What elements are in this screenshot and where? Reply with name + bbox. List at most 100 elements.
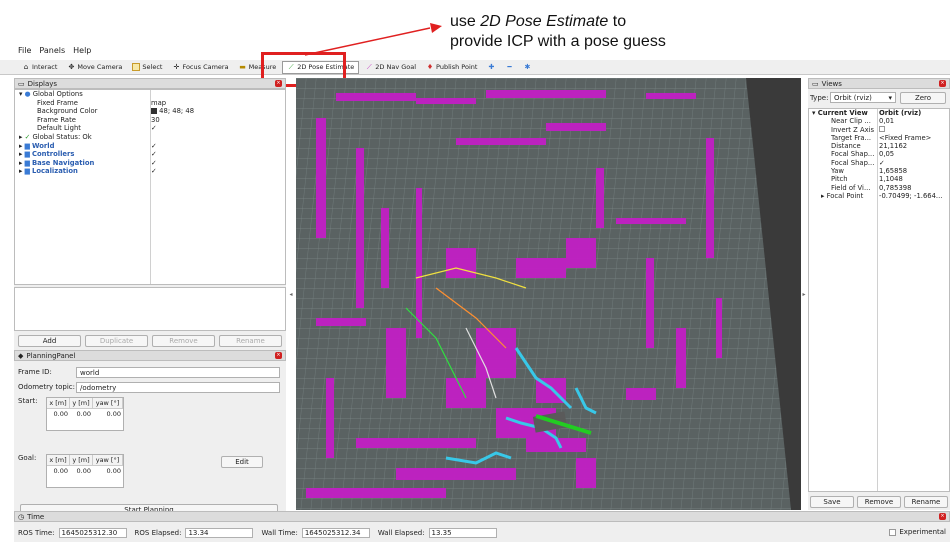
interact-tool[interactable]: ⌂ Interact bbox=[18, 61, 61, 74]
tree-value: 21,1162 bbox=[879, 142, 908, 151]
annotation-line2: provide ICP with a pose guess bbox=[450, 33, 666, 50]
table-row[interactable]: 0.00 0.00 0.00 bbox=[47, 466, 123, 477]
checkbox[interactable]: ✓ bbox=[151, 150, 157, 159]
checkbox[interactable]: ✓ bbox=[151, 167, 157, 176]
remove-button[interactable]: Remove bbox=[152, 335, 215, 347]
tree-row-field-of-view[interactable]: Field of Vi... 0,785398 bbox=[809, 184, 949, 192]
menu-panels[interactable]: Panels bbox=[39, 46, 65, 58]
toolbar: ⌂ Interact ✥ Move Camera Select ✛ Focus Cam… bbox=[0, 60, 950, 75]
odometry-label: Odometry topic: bbox=[18, 383, 75, 391]
tree-row-controllers[interactable]: ▸ ▆ Controllers ✓ bbox=[15, 150, 285, 159]
views-buttons: Save Remove Rename bbox=[808, 496, 950, 508]
start-yaw[interactable]: 0.00 bbox=[93, 409, 123, 420]
tree-row-target-frame[interactable]: Target Fra... <Fixed Frame> bbox=[809, 134, 949, 142]
menu-file[interactable]: File bbox=[18, 46, 31, 58]
rename-view-button[interactable]: Rename bbox=[904, 496, 948, 508]
tree-row-invert-z[interactable]: Invert Z Axis bbox=[809, 125, 949, 134]
select-tool[interactable]: Select bbox=[128, 61, 166, 74]
tree-row-current-view[interactable]: ▾ Current View Orbit (rviz) bbox=[809, 109, 949, 117]
tree-value-color: 48; 48; 48 bbox=[151, 107, 194, 116]
zero-button[interactable]: Zero bbox=[900, 92, 946, 104]
close-icon[interactable]: × bbox=[939, 80, 946, 87]
tree-key: ▸ ▆ Base Navigation bbox=[19, 158, 95, 167]
col-x: x [m] bbox=[47, 455, 70, 466]
focus-camera-tool[interactable]: ✛ Focus Camera bbox=[168, 61, 232, 74]
add-tool-button[interactable]: ✚ bbox=[483, 61, 499, 74]
frame-id-input[interactable]: world bbox=[76, 367, 280, 378]
planning-panel-header: ◆ PlanningPanel × bbox=[14, 350, 286, 361]
tool-properties-button[interactable]: ✱ bbox=[519, 61, 535, 74]
close-icon[interactable]: × bbox=[275, 352, 282, 359]
move-camera-tool[interactable]: ✥ Move Camera bbox=[63, 61, 126, 74]
save-button[interactable]: Save bbox=[810, 496, 854, 508]
tree-label: Near Clip ... bbox=[831, 117, 871, 126]
tree-row-default-light[interactable]: Default Light ✓ bbox=[15, 124, 285, 133]
goal-yaw[interactable]: 0.00 bbox=[93, 466, 123, 477]
tree-row-localization[interactable]: ▸ ▆ Localization ✓ bbox=[15, 167, 285, 176]
tree-label: Field of Vi... bbox=[831, 183, 871, 192]
tree-row-fixed-frame[interactable]: Fixed Frame map bbox=[15, 99, 285, 108]
checkbox[interactable]: ✓ bbox=[151, 142, 157, 151]
odometry-input[interactable]: /odometry bbox=[76, 382, 280, 393]
focus-icon: ✛ bbox=[173, 63, 180, 71]
views-panel: ▭ Views × Type: Orbit (rviz) ▾ Zero ▾ Cur… bbox=[808, 78, 950, 510]
tree-row-near-clip[interactable]: Near Clip ... 0,01 bbox=[809, 117, 949, 125]
tree-value: map bbox=[151, 98, 167, 107]
annotation-pre: use bbox=[450, 13, 481, 30]
folder-icon: ▆ bbox=[24, 167, 30, 176]
goal-label: Goal: bbox=[18, 454, 37, 462]
duplicate-button[interactable]: Duplicate bbox=[85, 335, 148, 347]
tree-row-frame-rate[interactable]: Frame Rate 30 bbox=[15, 116, 285, 125]
tree-row-focal-point[interactable]: ▸ Focal Point -0.70499; -1.664... bbox=[809, 192, 949, 200]
start-label: Start: bbox=[18, 397, 38, 405]
menu-help[interactable]: Help bbox=[73, 46, 91, 58]
view-type-select[interactable]: Orbit (rviz) ▾ bbox=[830, 92, 896, 103]
nav-goal-tool[interactable]: ⟋ 2D Nav Goal bbox=[361, 61, 420, 74]
map-canvas[interactable] bbox=[296, 78, 801, 510]
edit-button[interactable]: Edit bbox=[221, 456, 263, 468]
tree-row-background-color[interactable]: Background Color 48; 48; 48 bbox=[15, 107, 285, 116]
check-icon: ✓ bbox=[24, 132, 31, 141]
tree-row-pitch[interactable]: Pitch 1,1048 bbox=[809, 175, 949, 183]
tree-value: 1,1048 bbox=[879, 175, 903, 184]
table-row[interactable]: 0.00 0.00 0.00 bbox=[47, 409, 123, 420]
goal-y[interactable]: 0.00 bbox=[70, 466, 93, 477]
add-button[interactable]: Add bbox=[18, 335, 81, 347]
remove-tool-button[interactable]: ━ bbox=[501, 61, 517, 74]
tree-row-base-navigation[interactable]: ▸ ▆ Base Navigation ✓ bbox=[15, 159, 285, 168]
diamond-icon: ◆ bbox=[18, 351, 24, 360]
chevron-down-icon: ▾ bbox=[888, 94, 892, 102]
checkbox[interactable] bbox=[879, 125, 885, 134]
render-3d-view[interactable] bbox=[296, 78, 801, 510]
tree-row-global-status[interactable]: ▸ ✓ Global Status: Ok bbox=[15, 133, 285, 142]
start-x[interactable]: 0.00 bbox=[47, 409, 70, 420]
left-collapse-handle[interactable]: ◂ bbox=[288, 285, 294, 305]
ruler-icon: ▬ bbox=[239, 63, 246, 71]
remove-view-button[interactable]: Remove bbox=[857, 496, 901, 508]
tree-value: 0,785398 bbox=[879, 183, 912, 192]
close-icon[interactable]: × bbox=[939, 513, 946, 520]
tree-row-focal-shape-fixed[interactable]: Focal Shap... ✓ bbox=[809, 159, 949, 167]
tree-row-distance[interactable]: Distance 21,1162 bbox=[809, 142, 949, 150]
checkbox[interactable]: ✓ bbox=[879, 159, 885, 167]
checkbox[interactable]: ✓ bbox=[151, 159, 157, 168]
tree-row-focal-shape-size[interactable]: Focal Shap... 0,05 bbox=[809, 150, 949, 158]
publish-point-tool[interactable]: ♦ Publish Point bbox=[422, 61, 481, 74]
tree-label: Yaw bbox=[831, 167, 844, 176]
interact-label: Interact bbox=[32, 63, 58, 71]
goal-x[interactable]: 0.00 bbox=[47, 466, 70, 477]
goal-table[interactable]: x [m] y [m] yaw [°] 0.00 0.00 0.00 bbox=[46, 454, 124, 488]
right-collapse-handle[interactable]: ▸ bbox=[801, 285, 807, 305]
tree-row-world[interactable]: ▸ ▆ World ✓ bbox=[15, 142, 285, 151]
time-status-row: ROS Time: 1645025312.30 ROS Elapsed: 13.… bbox=[18, 528, 497, 538]
checkbox[interactable]: ✓ bbox=[151, 124, 157, 133]
close-icon[interactable]: × bbox=[275, 80, 282, 87]
start-y[interactable]: 0.00 bbox=[70, 409, 93, 420]
tree-row-global-options[interactable]: ▾ ● Global Options bbox=[15, 90, 285, 99]
displays-tree: ▾ ● Global Options Fixed Frame map Backgr… bbox=[14, 89, 286, 285]
rename-button[interactable]: Rename bbox=[219, 335, 282, 347]
experimental-toggle[interactable]: Experimental bbox=[889, 528, 946, 536]
tree-value: <Fixed Frame> bbox=[879, 133, 932, 142]
start-table[interactable]: x [m] y [m] yaw [°] 0.00 0.00 0.00 bbox=[46, 397, 124, 431]
tree-row-yaw[interactable]: Yaw 1,65858 bbox=[809, 167, 949, 175]
